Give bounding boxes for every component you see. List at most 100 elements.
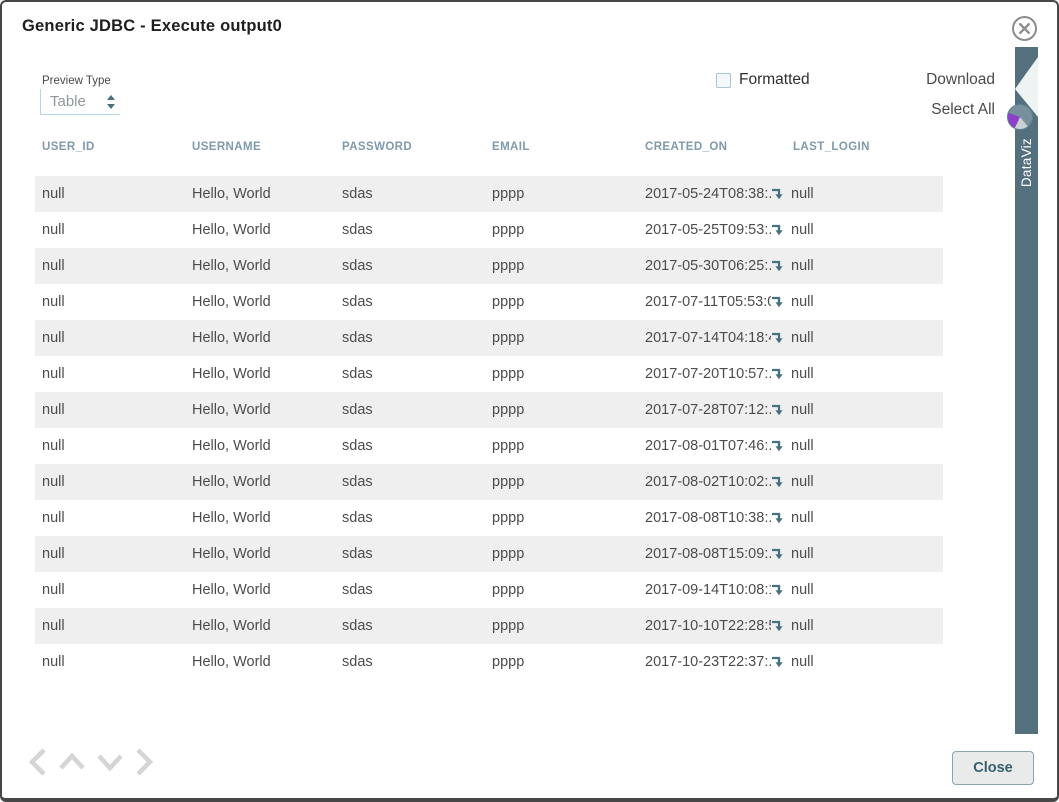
formatted-option: Formatted	[716, 71, 810, 89]
cell-email: pppp	[485, 428, 638, 464]
arrow-corner-down-icon[interactable]	[771, 259, 785, 273]
cell-email: pppp	[485, 464, 638, 500]
cell-user-id: null	[35, 284, 185, 320]
cell-user-id: null	[35, 392, 185, 428]
arrow-corner-down-icon[interactable]	[771, 331, 785, 345]
cell-user-id: null	[35, 176, 185, 212]
chevron-right-icon[interactable]	[134, 747, 154, 777]
arrow-corner-down-icon[interactable]	[771, 511, 785, 525]
cell-user-id: null	[35, 428, 185, 464]
cell-username: Hello, World	[185, 464, 335, 500]
select-all-link[interactable]: Select All	[931, 101, 995, 119]
cell-username: Hello, World	[185, 356, 335, 392]
cell-created-on: 2017-08-01T07:46:...	[638, 428, 786, 464]
cell-user-id: null	[35, 608, 185, 644]
preview-type-label: Preview Type	[42, 75, 111, 87]
arrow-corner-down-icon[interactable]	[771, 295, 785, 309]
cell-email: pppp	[485, 320, 638, 356]
arrow-corner-down-icon[interactable]	[771, 367, 785, 381]
cell-created-on: 2017-08-02T10:02:...	[638, 464, 786, 500]
table-row: null Hello, World sdas pppp 2017-08-02T1…	[35, 464, 943, 500]
dialog-title: Generic JDBC - Execute output0	[22, 17, 282, 36]
column-header-username: USERNAME	[185, 141, 335, 153]
chevron-left-icon[interactable]	[28, 747, 48, 777]
pie-chart-logo	[1007, 104, 1033, 130]
cell-last-login: null	[786, 572, 943, 608]
cell-password: sdas	[335, 356, 485, 392]
arrow-corner-down-icon[interactable]	[771, 547, 785, 561]
arrow-corner-down-icon[interactable]	[771, 583, 785, 597]
table-row: null Hello, World sdas pppp 2017-08-01T0…	[35, 428, 943, 464]
cell-password: sdas	[335, 320, 485, 356]
cell-created-on: 2017-07-14T04:18:4...	[638, 320, 786, 356]
cell-password: sdas	[335, 572, 485, 608]
table-row: null Hello, World sdas pppp 2017-08-08T1…	[35, 536, 943, 572]
cell-user-id: null	[35, 320, 185, 356]
cell-password: sdas	[335, 644, 485, 680]
table-row: null Hello, World sdas pppp 2017-07-11T0…	[35, 284, 943, 320]
column-header-password: PASSWORD	[335, 141, 485, 153]
cell-password: sdas	[335, 464, 485, 500]
dataviz-label: DataViz	[1019, 138, 1034, 187]
pagination-controls	[28, 747, 154, 777]
arrow-corner-down-icon[interactable]	[771, 655, 785, 669]
dataviz-side-tab[interactable]: DataViz	[1015, 47, 1038, 734]
cell-last-login: null	[786, 536, 943, 572]
cell-password: sdas	[335, 212, 485, 248]
cell-username: Hello, World	[185, 608, 335, 644]
cell-email: pppp	[485, 536, 638, 572]
cell-created-on: 2017-05-25T09:53:...	[638, 212, 786, 248]
table-row: null Hello, World sdas pppp 2017-05-25T0…	[35, 212, 943, 248]
cell-username: Hello, World	[185, 248, 335, 284]
cell-email: pppp	[485, 176, 638, 212]
chevron-up-icon[interactable]	[58, 747, 86, 777]
cell-created-on: 2017-07-20T10:57:...	[638, 356, 786, 392]
table-row: null Hello, World sdas pppp 2017-07-20T1…	[35, 356, 943, 392]
download-link[interactable]: Download	[926, 71, 995, 89]
arrow-corner-down-icon[interactable]	[771, 187, 785, 201]
preview-table: USER_ID USERNAME PASSWORD EMAIL CREATED_…	[35, 141, 943, 680]
cell-last-login: null	[786, 212, 943, 248]
cell-user-id: null	[35, 572, 185, 608]
column-header-user-id: USER_ID	[35, 141, 185, 153]
cell-created-on: 2017-10-23T22:37:...	[638, 644, 786, 680]
cell-username: Hello, World	[185, 392, 335, 428]
cell-password: sdas	[335, 392, 485, 428]
close-button[interactable]: Close	[952, 751, 1034, 785]
cell-username: Hello, World	[185, 176, 335, 212]
column-header-email: EMAIL	[485, 141, 638, 153]
formatted-label: Formatted	[739, 71, 810, 89]
arrow-corner-down-icon[interactable]	[771, 619, 785, 633]
cell-created-on: 2017-05-24T08:38:...	[638, 176, 786, 212]
cell-last-login: null	[786, 464, 943, 500]
cell-last-login: null	[786, 608, 943, 644]
cell-password: sdas	[335, 428, 485, 464]
table-body: null Hello, World sdas pppp 2017-05-24T0…	[35, 176, 943, 680]
arrow-corner-down-icon[interactable]	[771, 439, 785, 453]
cell-username: Hello, World	[185, 320, 335, 356]
arrow-corner-down-icon[interactable]	[771, 403, 785, 417]
cell-password: sdas	[335, 500, 485, 536]
close-icon[interactable]	[1011, 15, 1038, 42]
cell-email: pppp	[485, 212, 638, 248]
chevron-down-icon[interactable]	[96, 747, 124, 777]
cell-created-on: 2017-09-14T10:08:1...	[638, 572, 786, 608]
cell-user-id: null	[35, 500, 185, 536]
formatted-checkbox[interactable]	[716, 73, 731, 88]
arrow-corner-down-icon[interactable]	[771, 223, 785, 237]
cell-username: Hello, World	[185, 428, 335, 464]
cell-last-login: null	[786, 284, 943, 320]
table-row: null Hello, World sdas pppp 2017-05-30T0…	[35, 248, 943, 284]
table-row: null Hello, World sdas pppp 2017-10-10T2…	[35, 608, 943, 644]
cell-user-id: null	[35, 464, 185, 500]
column-header-created-on: CREATED_ON	[638, 141, 786, 153]
cell-email: pppp	[485, 572, 638, 608]
cell-email: pppp	[485, 284, 638, 320]
cell-last-login: null	[786, 356, 943, 392]
preview-type-dropdown[interactable]: Table	[40, 89, 120, 115]
table-row: null Hello, World sdas pppp 2017-10-23T2…	[35, 644, 943, 680]
arrow-corner-down-icon[interactable]	[771, 475, 785, 489]
cell-email: pppp	[485, 356, 638, 392]
cell-last-login: null	[786, 248, 943, 284]
table-row: null Hello, World sdas pppp 2017-07-14T0…	[35, 320, 943, 356]
